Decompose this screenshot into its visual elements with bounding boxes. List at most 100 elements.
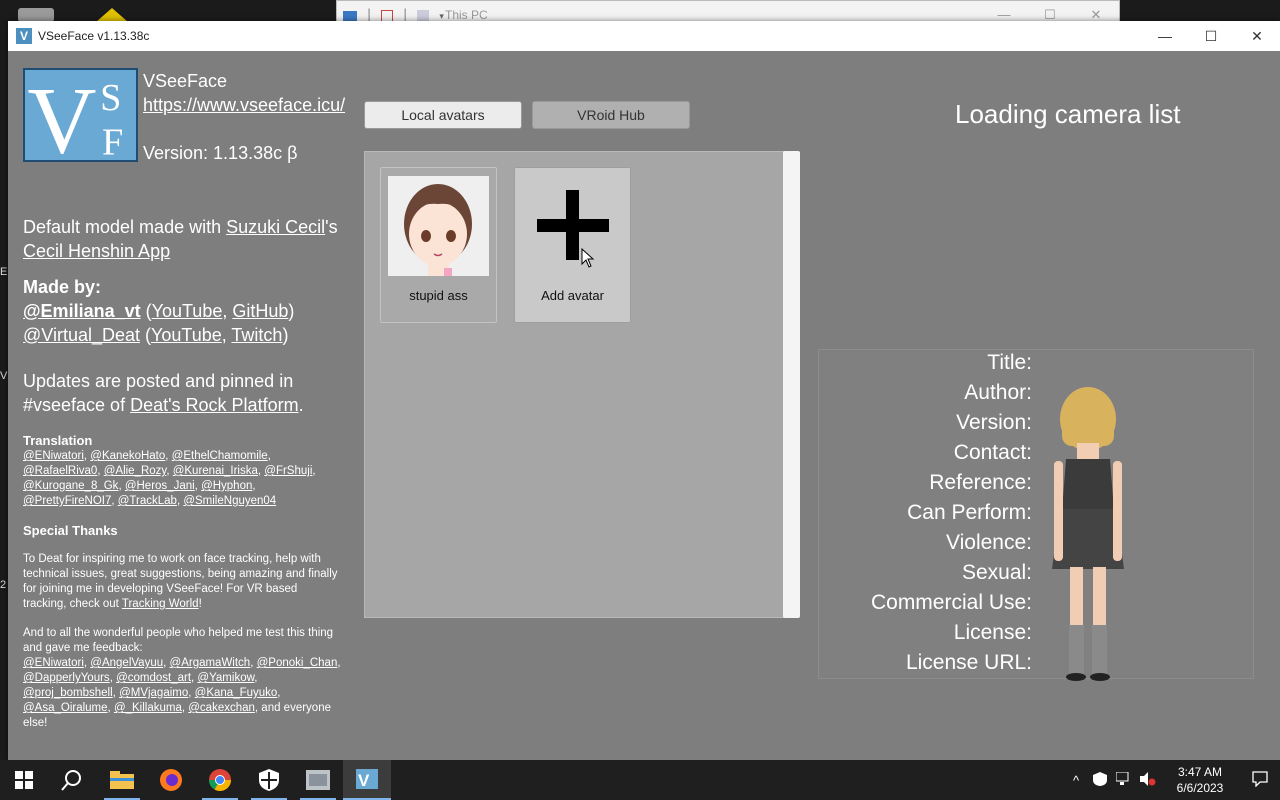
tester-link[interactable]: @ArgamaWitch: [170, 657, 251, 669]
website-link[interactable]: https://www.vseeface.icu/: [143, 95, 345, 116]
made-by-heading: Made by:: [23, 277, 102, 297]
file-explorer-button[interactable]: [98, 760, 146, 800]
avatar-card[interactable]: stupid ass: [380, 167, 497, 323]
desktop-edge-text: V: [0, 370, 8, 382]
mouse-cursor-icon: [581, 248, 595, 268]
minimize-button[interactable]: —: [1142, 21, 1188, 51]
translation-heading: Translation: [23, 433, 93, 448]
tester-names: @ENiwatori, @AngelVayuu, @ArgamaWitch, @…: [23, 656, 343, 731]
testers-text: And to all the wonderful people who help…: [23, 626, 343, 731]
tester-link[interactable]: @cakexchan: [188, 702, 255, 714]
translator-link[interactable]: @Heros_Jani: [125, 480, 195, 492]
emiliana-link[interactable]: @Emiliana_vt: [23, 301, 141, 321]
deat-twitch-link[interactable]: Twitch: [231, 325, 282, 345]
special-thanks-heading: Special Thanks: [23, 523, 118, 538]
svg-text:V: V: [358, 771, 370, 789]
avatar-list-scrollbar[interactable]: [783, 151, 800, 618]
vseeface-taskbar-button[interactable]: V: [343, 760, 391, 800]
tester-link[interactable]: @Asa_Oiralume: [23, 702, 108, 714]
tester-link[interactable]: @MVjagaimo: [119, 687, 188, 699]
thanks-para2: And to all the wonderful people who help…: [23, 627, 334, 654]
default-model-prefix: Default model made with: [23, 217, 227, 237]
system-tray: ^ 3:47 AM 6/6/2023: [1064, 760, 1280, 800]
app-button[interactable]: [294, 760, 342, 800]
avatar-preview: [1052, 387, 1124, 681]
tester-link[interactable]: @DapperlyYours: [23, 672, 110, 684]
tracking-world-link[interactable]: Tracking World: [122, 598, 199, 610]
desktop-vlc-icon[interactable]: [96, 8, 128, 22]
emiliana-github-link[interactable]: GitHub: [232, 301, 288, 321]
tab-local-avatars[interactable]: Local avatars: [364, 101, 522, 129]
vsf-logo: V S F: [23, 67, 138, 173]
deats-rock-platform-link[interactable]: Deat's Rock Platform: [130, 395, 299, 415]
start-icon: [15, 771, 33, 789]
maximize-button[interactable]: ☐: [1188, 21, 1234, 51]
tester-link[interactable]: @_Killakuma: [114, 702, 182, 714]
close-button[interactable]: ✕: [1234, 21, 1280, 51]
start-button[interactable]: [0, 760, 48, 800]
translator-link[interactable]: @ENiwatori: [23, 450, 84, 462]
clock[interactable]: 3:47 AM 6/6/2023: [1160, 764, 1240, 796]
metadata-label: Title:: [987, 351, 1032, 374]
desktop-recycle-icon[interactable]: [18, 8, 54, 22]
camera-status: Loading camera list: [955, 99, 1181, 129]
translator-link[interactable]: @Alie_Rozy: [104, 465, 167, 477]
metadata-label: Violence:: [945, 531, 1032, 554]
deat-link[interactable]: @Virtual_Deat: [23, 325, 140, 345]
translator-link[interactable]: @FrShuji: [264, 465, 312, 477]
tester-link[interactable]: @Yamikow: [197, 672, 254, 684]
translator-link[interactable]: @Kurogane_8_Gk: [23, 480, 118, 492]
translator-link[interactable]: @Hyphon: [201, 480, 252, 492]
network-icon[interactable]: [1112, 771, 1136, 789]
explorer-title: This PC: [445, 8, 488, 22]
title-bar[interactable]: V VSeeFace v1.13.38c — ☐ ✕: [8, 21, 1280, 51]
tab-vroid-hub[interactable]: VRoid Hub: [532, 101, 690, 129]
thanks-para1-suffix: !: [198, 598, 202, 610]
separator: ,: [252, 480, 256, 492]
chevron-up-icon[interactable]: ^: [1064, 773, 1088, 788]
special-thanks-text: To Deat for inspiring me to work on face…: [23, 552, 343, 612]
separator: ,: [254, 672, 258, 684]
metadata-label: Version:: [956, 411, 1032, 434]
security-button[interactable]: [245, 760, 293, 800]
deat-youtube-link[interactable]: YouTube: [151, 325, 222, 345]
tester-link[interactable]: @ENiwatori: [23, 657, 84, 669]
translation-names: @ENiwatori, @KanekoHato, @EthelChamomile…: [23, 449, 343, 509]
tester-link[interactable]: @Kana_Fuyuko: [195, 687, 278, 699]
security-tray-icon[interactable]: [1088, 771, 1112, 789]
translator-link[interactable]: @RafaelRiva0: [23, 465, 97, 477]
desktop-edge-text: E: [0, 266, 8, 278]
translator-link[interactable]: @EthelChamomile: [172, 450, 268, 462]
volume-muted-icon[interactable]: [1136, 771, 1160, 789]
translator-link[interactable]: @Kurenai_Iriska: [173, 465, 258, 477]
tester-link[interactable]: @comdost_art: [116, 672, 191, 684]
translator-link[interactable]: @PrettyFireNOI7: [23, 495, 111, 507]
cecil-henshin-link[interactable]: Cecil Henshin App: [23, 241, 170, 261]
metadata-label: Commercial Use:: [870, 591, 1032, 614]
translator-link[interactable]: @TrackLab: [118, 495, 177, 507]
search-button[interactable]: [48, 760, 96, 800]
tester-link[interactable]: @Ponoki_Chan: [257, 657, 338, 669]
computer-icon: [343, 11, 357, 21]
made-by-section: Made by: @Emiliana_vt (YouTube, GitHub) …: [23, 275, 343, 347]
add-avatar-card[interactable]: Add avatar: [514, 167, 631, 323]
separator: ,: [312, 465, 316, 477]
chrome-button[interactable]: [196, 760, 244, 800]
firefox-icon: [160, 769, 182, 791]
default-model-mid: 's: [325, 217, 338, 237]
emiliana-youtube-link[interactable]: YouTube: [152, 301, 223, 321]
avatar-list-panel: stupid ass Add avatar: [364, 151, 784, 618]
notifications-icon[interactable]: [1240, 770, 1280, 790]
translator-link[interactable]: @SmileNguyen04: [183, 495, 276, 507]
firefox-button[interactable]: [147, 760, 195, 800]
vseeface-window: V VSeeFace v1.13.38c — ☐ ✕ V S F VSeeFac…: [8, 21, 1280, 761]
suzuki-cecil-link[interactable]: Suzuki Cecil: [226, 217, 325, 237]
search-icon: [61, 770, 81, 791]
translator-link[interactable]: @KanekoHato: [90, 450, 165, 462]
tester-link[interactable]: @AngelVayuu: [90, 657, 163, 669]
svg-text:F: F: [102, 121, 123, 160]
add-avatar-label: Add avatar: [541, 288, 604, 303]
avatar-label: stupid ass: [409, 288, 468, 303]
tester-link[interactable]: @proj_bombshell: [23, 687, 113, 699]
clock-time: 3:47 AM: [1177, 765, 1223, 779]
